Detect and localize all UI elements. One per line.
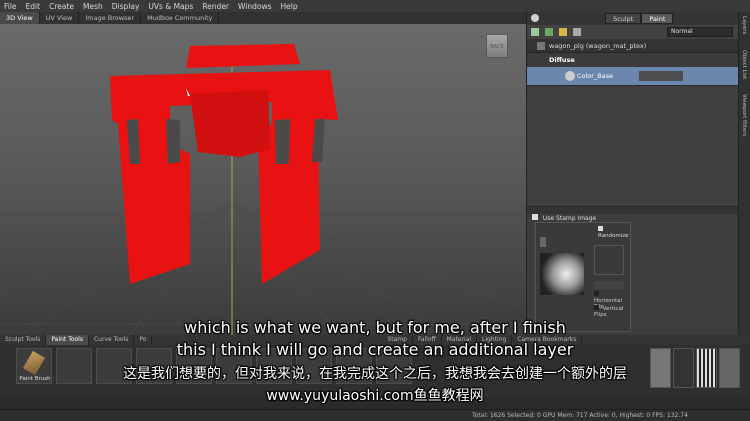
layer-name: Color_Base <box>577 72 614 80</box>
layer-group-icon <box>537 42 545 50</box>
subtitle-line-4: www.yuyulaoshi.com鱼鱼教程网 <box>266 388 484 404</box>
viewport-scene <box>0 44 526 335</box>
horizontal-flip-checkbox[interactable] <box>594 291 599 296</box>
view-tabs: 3D View UV View Image Browser Mudbox Com… <box>0 12 526 24</box>
use-stamp-row[interactable]: Use Stamp Image <box>532 214 596 222</box>
vertical-flip-row[interactable]: Vertical Flips <box>594 305 630 318</box>
stamp-arrow-icon[interactable] <box>540 237 546 247</box>
status-text: Total: 1626 Selected: 0 GPU Mem: 717 Act… <box>472 412 688 419</box>
randomize-checkbox[interactable] <box>598 226 603 231</box>
use-stamp-label: Use Stamp Image <box>542 215 597 222</box>
subtitle-line-2: this I think I will go and create an add… <box>176 340 574 359</box>
randomize-label: Randomize <box>598 233 629 239</box>
new-layer-icon[interactable] <box>531 28 539 36</box>
stamp-transform-icons[interactable] <box>594 281 624 289</box>
tab-image-browser[interactable]: Image Browser <box>79 12 142 24</box>
menu-create[interactable]: Create <box>49 2 74 11</box>
use-stamp-checkbox[interactable] <box>532 214 538 220</box>
menu-help[interactable]: Help <box>281 2 298 11</box>
viewport-3d[interactable]: BACK <box>0 24 526 335</box>
layer-visibility-icon[interactable] <box>565 71 575 81</box>
channel-label: Diffuse <box>549 56 575 64</box>
menu-uvs-maps[interactable]: UVs & Maps <box>148 2 193 11</box>
subtitle-line-1: which is what we want, but for me, after… <box>184 318 566 337</box>
tab-sculpt[interactable]: Sculpt <box>605 13 642 24</box>
menu-bar: File Edit Create Mesh Display UVs & Maps… <box>0 0 750 12</box>
menu-display[interactable]: Display <box>112 2 140 11</box>
stamp-options: Use Stamp Image Randomize Horizontal Fli… <box>532 214 631 332</box>
blend-mode-value: Normal <box>671 28 693 35</box>
delete-layer-icon[interactable] <box>573 28 581 36</box>
layer-group-row[interactable]: wagon_plg (wagon_mat_ptex) <box>527 39 738 53</box>
stamp-sliders[interactable] <box>594 245 624 275</box>
layer-opacity-field[interactable] <box>639 71 683 81</box>
layer-row-selected[interactable]: Color_Base <box>527 67 738 85</box>
layer-group-label: wagon_plg (wagon_mat_ptex) <box>549 42 647 50</box>
menu-file[interactable]: File <box>4 2 17 11</box>
menu-edit[interactable]: Edit <box>26 2 41 11</box>
layers-list-area <box>527 85 738 206</box>
side-tab-object-list[interactable]: Object List <box>741 50 747 79</box>
stamp-preview <box>540 253 584 295</box>
tab-paint[interactable]: Paint <box>641 13 674 24</box>
status-bar: Total: 1626 Selected: 0 GPU Mem: 717 Act… <box>0 409 750 421</box>
side-tab-layers[interactable]: Layers <box>741 16 747 34</box>
channel-row[interactable]: Diffuse <box>527 53 738 67</box>
tab-3d-view[interactable]: 3D View <box>0 12 40 24</box>
wagon-model <box>110 44 338 284</box>
randomize-row[interactable]: Randomize <box>598 226 630 239</box>
menu-render[interactable]: Render <box>202 2 229 11</box>
vertical-flip-checkbox[interactable] <box>594 305 599 310</box>
tab-mudbox-community[interactable]: Mudbox Community <box>141 12 220 24</box>
blend-mode-select[interactable]: Normal <box>667 27 733 37</box>
subtitle-line-3: 这是我们想要的，但对我来说，在我完成这个之后，我想我会去创建一个额外的层 <box>123 366 627 382</box>
duplicate-layer-icon[interactable] <box>545 28 553 36</box>
side-tab-viewport-filters[interactable]: Viewport Filters <box>741 94 747 137</box>
layers-scrollbar[interactable] <box>527 206 738 214</box>
panel-arrow-icon[interactable] <box>531 14 539 22</box>
folder-icon[interactable] <box>559 28 567 36</box>
menu-windows[interactable]: Windows <box>238 2 271 11</box>
tab-uv-view[interactable]: UV View <box>40 12 80 24</box>
menu-mesh[interactable]: Mesh <box>83 2 103 11</box>
navigation-cube[interactable]: BACK <box>486 34 508 58</box>
